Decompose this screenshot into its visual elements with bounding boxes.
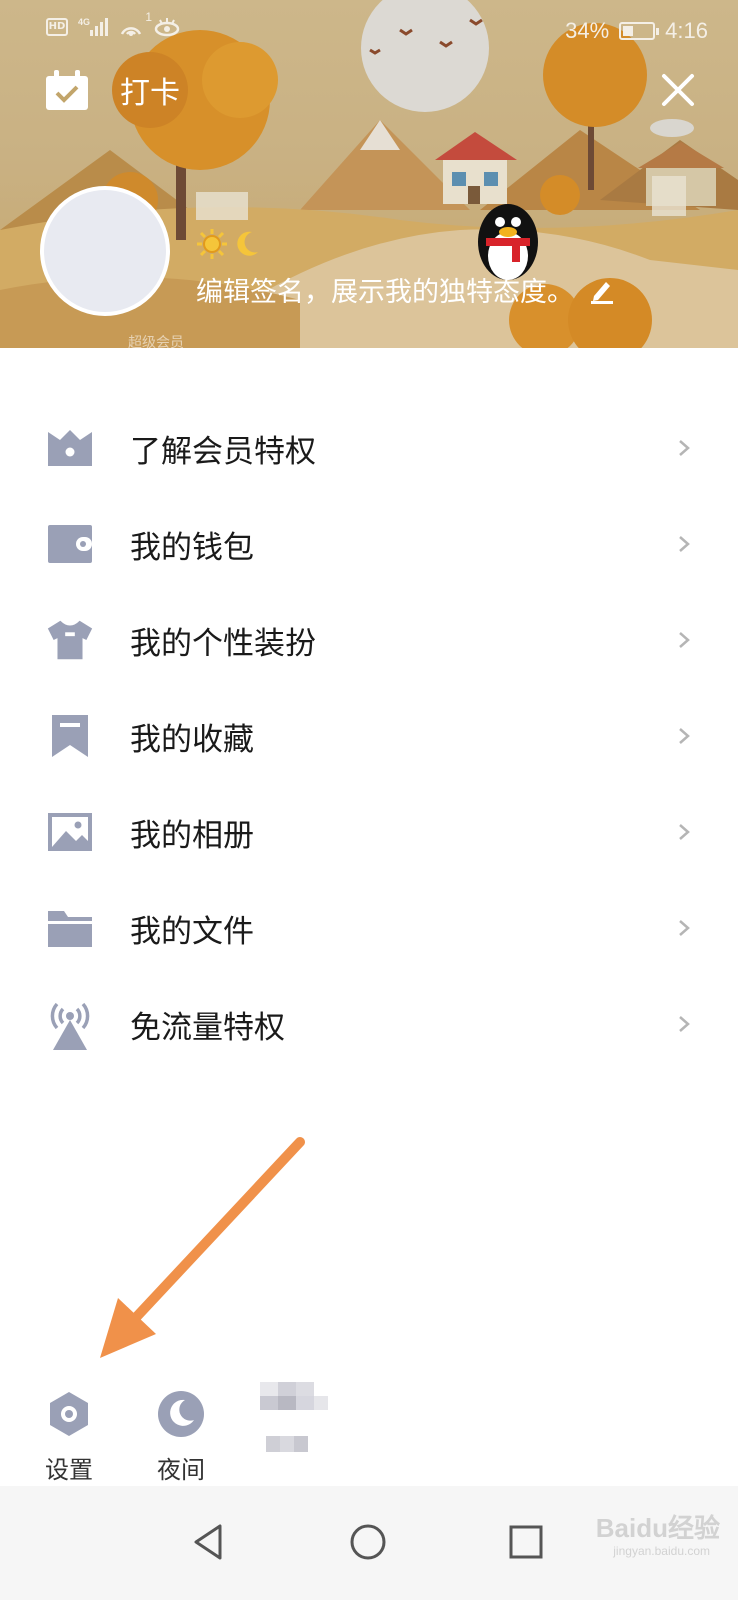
home-icon[interactable] xyxy=(346,1520,390,1564)
night-label: 夜间 xyxy=(157,1456,205,1484)
back-icon[interactable] xyxy=(188,1520,232,1564)
watermark-brand: Baidu经验 xyxy=(595,1513,720,1543)
qq-side-drawer: HD 4G 1 34% 4:16 打卡 编辑签名，展示我的独特态度。 超级会员 … xyxy=(0,0,738,1600)
system-navigation-bar: Baidu经验 jingyan.baidu.com xyxy=(0,1486,738,1600)
moon-icon xyxy=(158,1391,204,1437)
annotation-arrow xyxy=(100,1137,305,1358)
gear-icon xyxy=(50,1392,88,1436)
weather-widget-redacted xyxy=(260,1380,332,1470)
settings-label: 设置 xyxy=(45,1456,93,1484)
night-mode-button[interactable]: 夜间 xyxy=(136,1390,226,1485)
settings-button[interactable]: 设置 xyxy=(24,1390,114,1485)
watermark-url: jingyan.baidu.com xyxy=(613,1544,710,1558)
recents-icon[interactable] xyxy=(504,1520,548,1564)
